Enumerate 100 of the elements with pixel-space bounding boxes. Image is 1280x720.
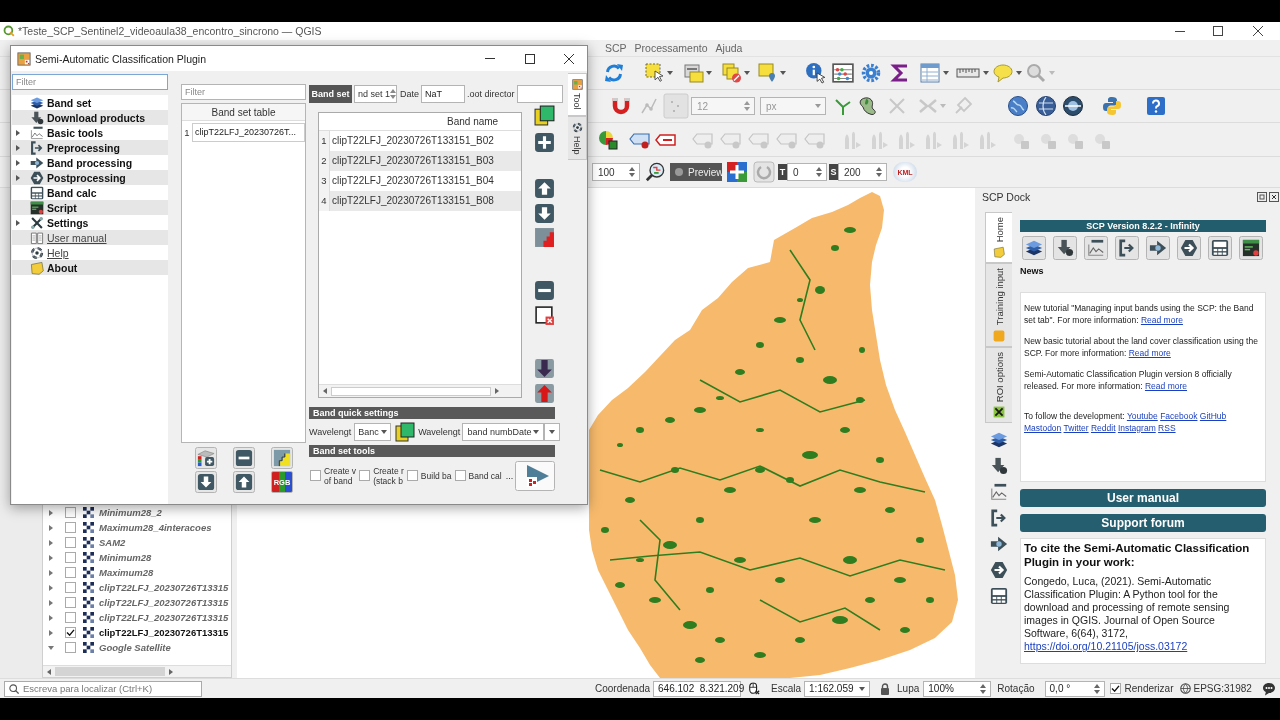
size-spinbox[interactable]: 200 (838, 163, 887, 181)
doi-link[interactable]: https://doi.org/10.21105/joss.03172 (1024, 640, 1188, 652)
tree-item[interactable]: Preprocessing (12, 140, 168, 155)
staircase-icon[interactable] (533, 227, 555, 248)
link[interactable]: Read more (1144, 381, 1187, 391)
layer-checkbox[interactable] (65, 642, 76, 653)
layer-checkbox[interactable] (65, 582, 76, 593)
option-checkbox[interactable] (310, 470, 321, 481)
tree-item[interactable]: Band processing (12, 155, 168, 170)
band-set-spinbox[interactable]: nd set 1 (354, 85, 397, 103)
layer-name[interactable]: clipT22LFJ_20230726T13315 (99, 612, 229, 623)
close-icon[interactable] (1269, 191, 1279, 202)
caret-icon[interactable] (943, 71, 949, 75)
option-label[interactable]: Band cal (468, 470, 502, 481)
table-icon[interactable] (920, 63, 940, 83)
close-icon[interactable] (564, 53, 574, 64)
scrollbar-thumb[interactable] (331, 386, 491, 396)
select-features-icon[interactable] (684, 63, 704, 83)
python-icon[interactable] (1102, 96, 1122, 116)
link[interactable]: Youtube (1126, 411, 1158, 421)
caret-icon[interactable] (780, 71, 786, 75)
scroll-right-icon[interactable] (495, 388, 499, 394)
calculator-icon[interactable] (1208, 236, 1232, 260)
close-icon[interactable] (1253, 26, 1263, 36)
scroll-right-icon[interactable] (169, 668, 173, 675)
expand-arrow-icon[interactable] (49, 629, 53, 636)
layer-name[interactable]: Maximum28_4interacoes (99, 522, 212, 533)
dock-tab[interactable]: Home (985, 212, 1012, 264)
stepper-arrows-icon[interactable] (1093, 683, 1100, 694)
deselect-icon[interactable] (722, 63, 742, 83)
caret-icon[interactable] (549, 430, 556, 434)
clear-icon[interactable] (533, 305, 555, 326)
horizontal-scrollbar[interactable] (319, 384, 521, 397)
expand-arrow-icon[interactable] (49, 554, 53, 561)
render-checkbox[interactable] (1109, 683, 1121, 694)
expand-arrow-icon[interactable] (16, 219, 20, 226)
expand-arrow-icon[interactable] (16, 129, 20, 136)
caret-icon[interactable] (706, 71, 712, 75)
option-checkbox[interactable] (359, 470, 371, 481)
staircase-icon[interactable] (271, 447, 293, 469)
menu-item[interactable]: Processamento (630, 42, 712, 54)
tree-item[interactable]: Help (12, 245, 168, 260)
message-icon[interactable] (1262, 681, 1276, 696)
option-checkbox[interactable] (454, 470, 466, 481)
link[interactable]: Instagram (1117, 423, 1156, 433)
tree-item[interactable]: Settings (12, 215, 168, 230)
layer-name[interactable]: Google Satellite (99, 642, 171, 653)
table-cell[interactable]: clipT22LFJ_20230726T... (192, 123, 305, 142)
select-rectangle-icon[interactable] (645, 63, 665, 83)
stepper-arrows-icon[interactable] (876, 167, 882, 177)
link[interactable]: Facebook (1160, 411, 1198, 421)
caret-icon[interactable] (1016, 71, 1022, 75)
filter-field[interactable]: Filter (181, 84, 306, 100)
globe-icon[interactable] (1062, 95, 1084, 117)
minimize-icon[interactable] (1175, 30, 1185, 32)
link[interactable]: Twitter (1063, 423, 1089, 433)
layer-name[interactable]: SAM2 (99, 537, 126, 548)
help-icon[interactable] (1146, 96, 1166, 116)
hexagon-arrow-icon[interactable] (1177, 236, 1201, 260)
select-by-location-icon[interactable] (758, 63, 778, 83)
option-label[interactable]: Build ba (420, 470, 452, 481)
tree-item[interactable]: Script (12, 200, 168, 215)
option-label[interactable]: Create v of band (324, 465, 357, 486)
layer-name[interactable]: clipT22LFJ_20230726T13315 (99, 597, 229, 608)
terminal-icon[interactable] (1239, 236, 1263, 260)
tree-item[interactable]: User manual (12, 230, 168, 245)
caret-icon[interactable] (667, 71, 673, 75)
expand-arrow-icon[interactable] (49, 524, 53, 531)
side-tab[interactable]: Tool (568, 73, 587, 116)
scroll-left-icon[interactable] (47, 668, 51, 675)
root-directory-field[interactable] (516, 85, 563, 103)
arrow-shape-icon[interactable] (1146, 236, 1170, 260)
column-header[interactable]: Band set table (182, 104, 305, 121)
tree-item[interactable]: Band calc (12, 185, 168, 200)
play-icon[interactable] (515, 460, 556, 491)
caret-icon[interactable] (381, 430, 388, 434)
expand-arrow-icon[interactable] (49, 539, 53, 546)
expand-arrow-icon[interactable] (49, 509, 53, 516)
scale-dropdown[interactable]: 1:162.059 (804, 680, 871, 697)
link[interactable]: GitHub (1199, 411, 1227, 421)
table-cell[interactable]: clipT22LFJ_20230726T133151_B04 (330, 171, 521, 191)
layer-checkbox[interactable] (65, 507, 76, 518)
layer-name[interactable]: clipT22LFJ_20230726T13315 (99, 627, 229, 638)
down-arrow-icon[interactable] (195, 471, 217, 493)
dock-tab[interactable]: ROI options (985, 346, 1012, 423)
link[interactable]: Read more (1128, 348, 1171, 358)
layer-name[interactable]: Minimum28_2 (99, 507, 162, 518)
dock-tab[interactable]: Training input (985, 263, 1012, 347)
horizontal-scrollbar[interactable] (43, 665, 231, 677)
ruler-icon[interactable] (956, 67, 980, 79)
line-chart-icon[interactable] (1084, 236, 1108, 260)
menu-item[interactable]: SCP (601, 42, 631, 54)
table-cell[interactable]: clipT22LFJ_20230726T133151_B02 (330, 131, 521, 151)
collapse-arrow-icon[interactable] (48, 645, 54, 650)
globe-icon[interactable] (1035, 95, 1057, 117)
column-header[interactable]: Band name (319, 113, 521, 131)
expand-arrow-icon[interactable] (49, 614, 53, 621)
maximize-icon[interactable] (525, 53, 535, 64)
tree-item[interactable]: About (12, 260, 168, 275)
minus-icon[interactable] (233, 447, 255, 469)
